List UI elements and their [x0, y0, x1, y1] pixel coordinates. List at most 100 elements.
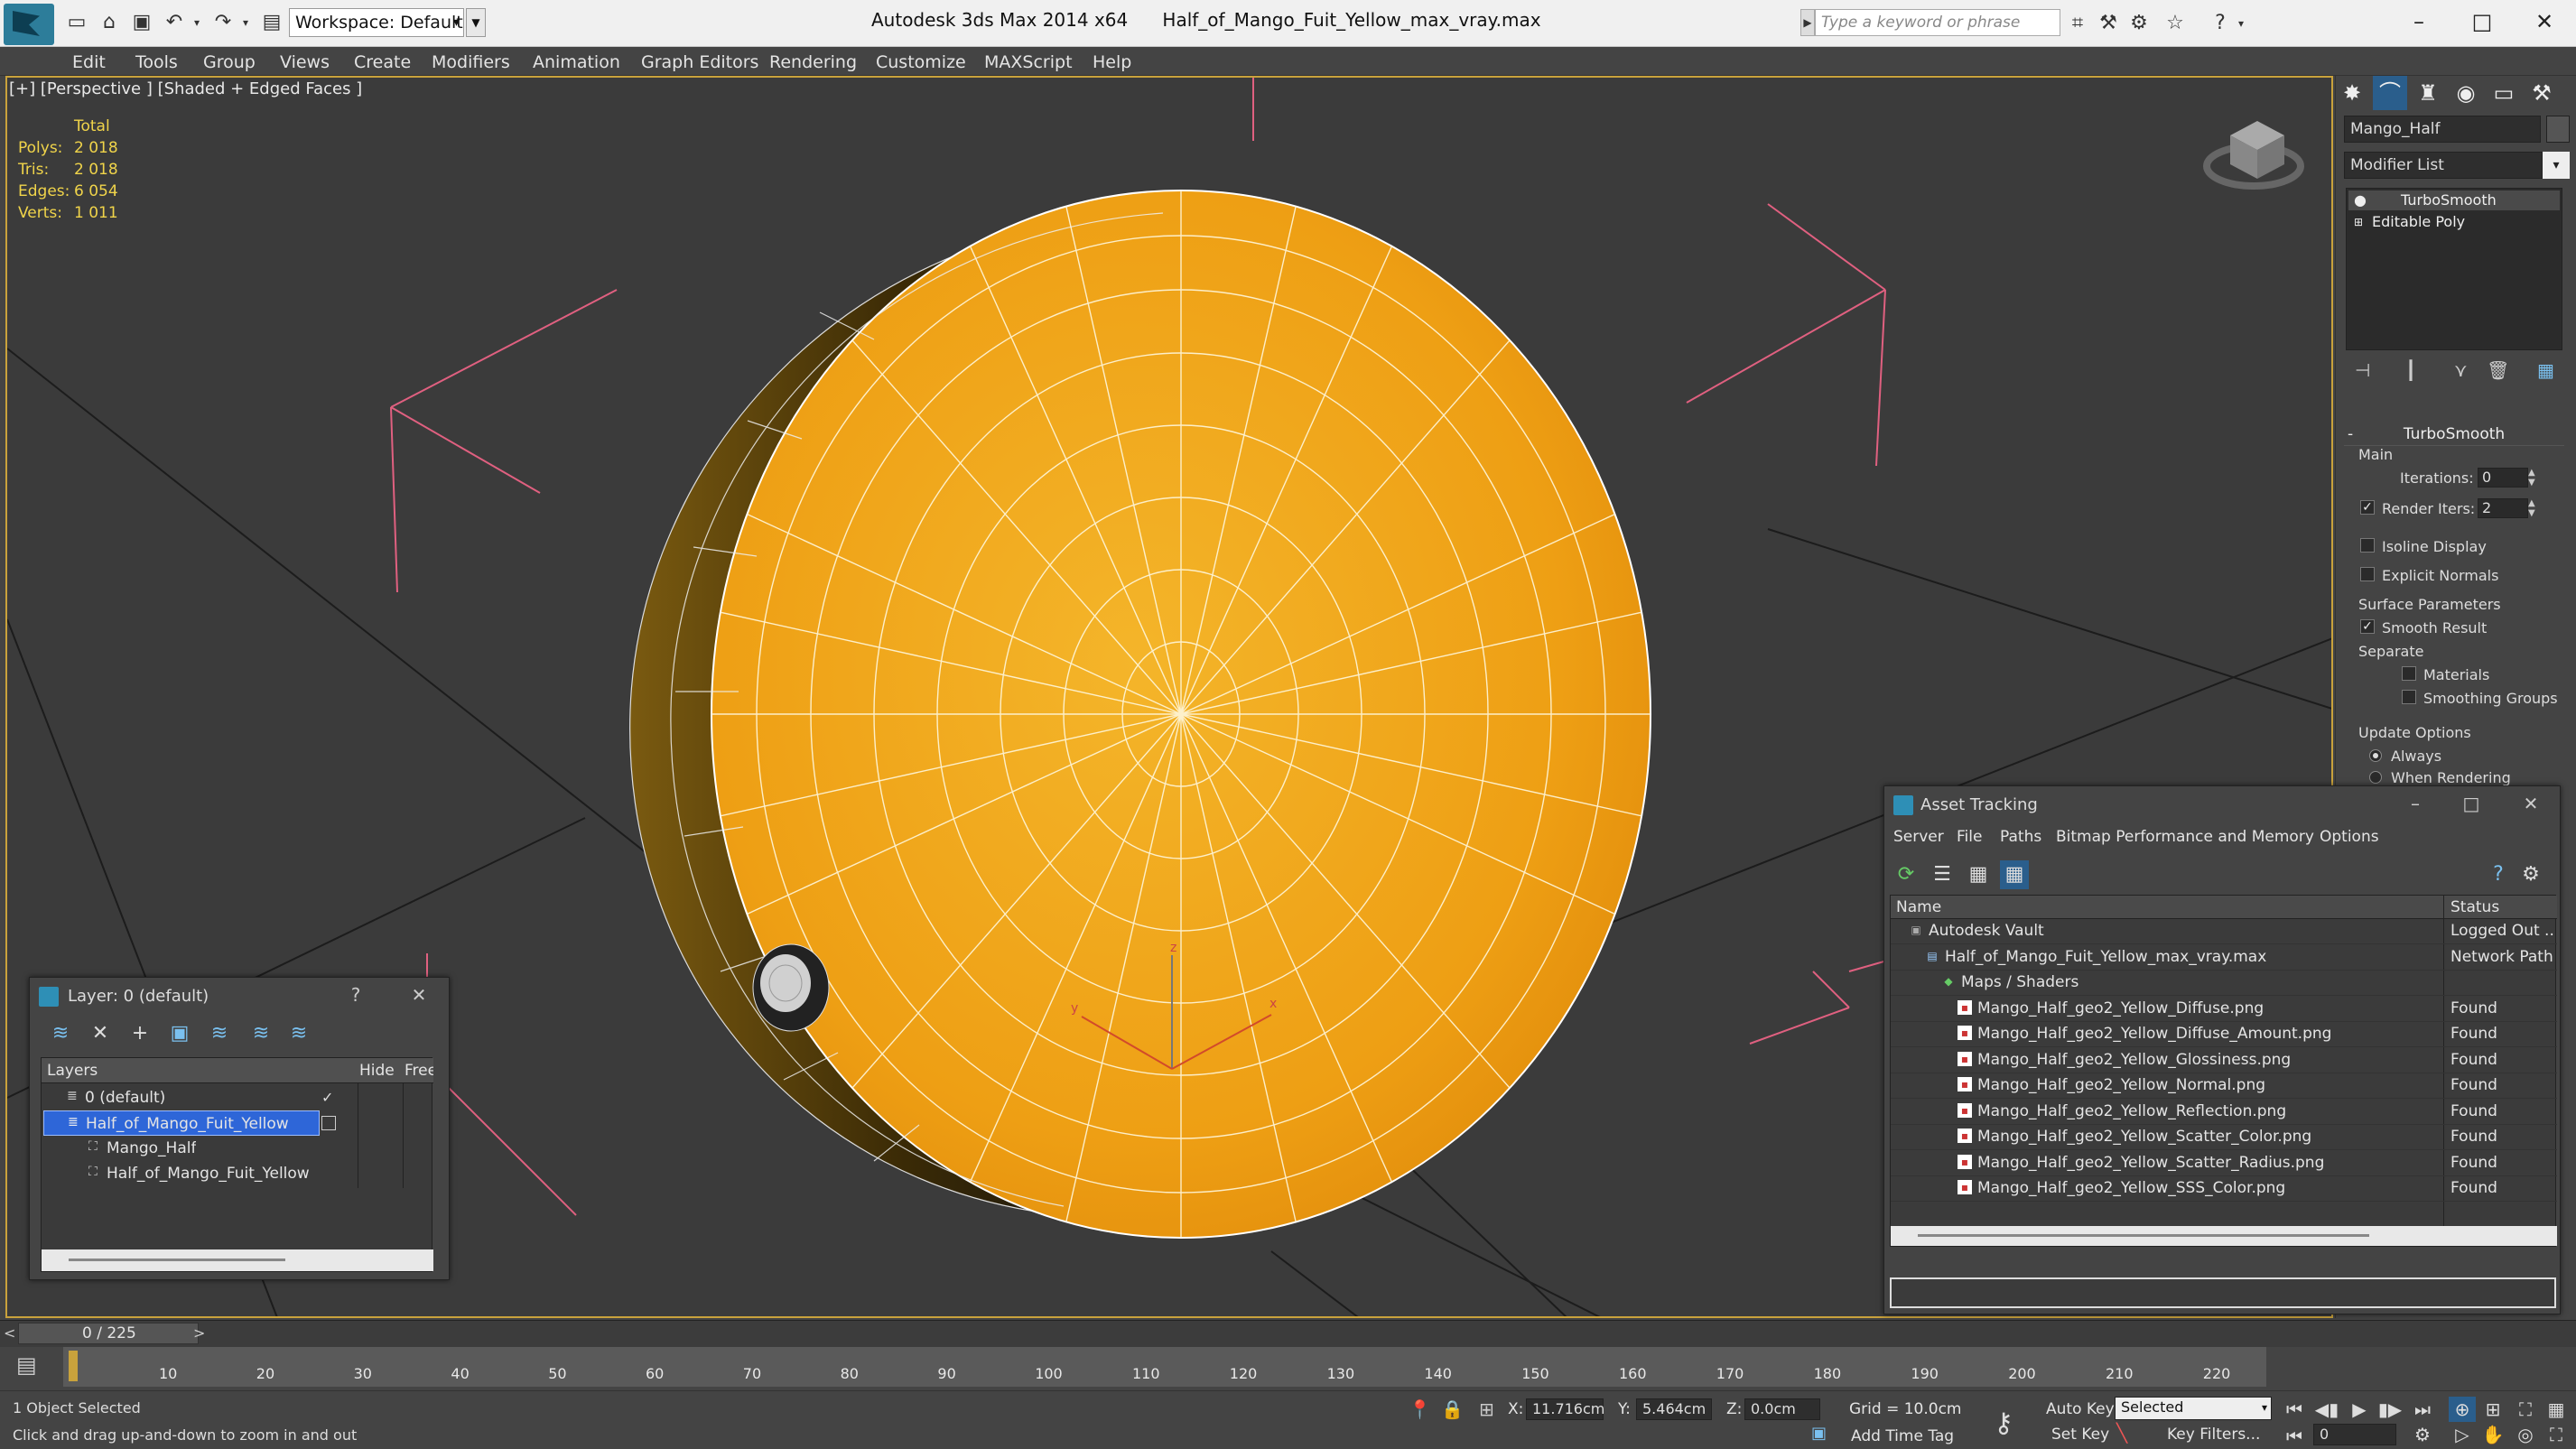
auto-key-button[interactable]: Auto Key	[2046, 1400, 2115, 1418]
zoom-extents-all-icon[interactable]: ▦	[2543, 1397, 2570, 1422]
project-folder-icon[interactable]: ▤	[258, 9, 285, 36]
redo-dropdown-icon[interactable]: ▾	[238, 9, 253, 36]
remove-modifier-icon[interactable]: 🗑	[2487, 359, 2509, 381]
orbit-icon[interactable]: ◎	[2512, 1422, 2539, 1447]
col-status[interactable]: Status	[2450, 898, 2499, 916]
pin-stack-icon[interactable]: ⊣	[2355, 359, 2370, 381]
minimize-button[interactable]: –	[2387, 2, 2450, 42]
chevron-down-icon[interactable]: ▾	[2543, 152, 2570, 179]
smoothing-groups-checkbox[interactable]	[2402, 690, 2416, 704]
time-configuration-icon[interactable]: ⚙	[2409, 1422, 2436, 1447]
lock-selection-icon[interactable]: 🔒	[1441, 1398, 1464, 1420]
thumbnail-view-icon[interactable]: ▦	[1964, 860, 1993, 889]
new-file-icon[interactable]: ▭	[63, 9, 90, 36]
utilities-tab-icon[interactable]: ⚒	[2525, 76, 2559, 110]
asset-row[interactable]: ▪ Mango_Half_geo2_Yellow_Diffuse.png Found	[1891, 997, 2557, 1022]
field-of-view-icon[interactable]: ▷	[2449, 1422, 2476, 1447]
prev-frame-icon[interactable]: <	[4, 1324, 15, 1342]
scrollbar-thumb[interactable]	[69, 1259, 285, 1261]
asset-row[interactable]: ▪ Mango_Half_geo2_Yellow_Glossiness.png Fo…	[1891, 1048, 2557, 1073]
materials-checkbox[interactable]	[2402, 666, 2416, 681]
set-key-button[interactable]: Set Key	[2051, 1426, 2109, 1444]
hide-all-layers-icon[interactable]: ≋	[284, 1019, 313, 1048]
collapse-minus-icon[interactable]: -	[2348, 424, 2353, 444]
select-layer-icon[interactable]: ≋	[205, 1019, 234, 1048]
when-rendering-radio[interactable]	[2369, 771, 2382, 784]
scrollbar-thumb[interactable]	[1918, 1234, 2369, 1237]
set-current-box-icon[interactable]	[321, 1116, 336, 1130]
add-time-tag[interactable]: Add Time Tag	[1851, 1427, 1954, 1445]
create-layer-icon[interactable]: ≋	[46, 1019, 75, 1048]
current-frame-marker[interactable]	[69, 1351, 78, 1381]
maximize-button[interactable]: □	[2453, 790, 2489, 817]
set-current-layer-icon[interactable]: ≋	[246, 1019, 275, 1048]
help-icon[interactable]: ?	[2207, 11, 2234, 36]
redo-icon[interactable]: ↷	[209, 9, 237, 36]
menu-views[interactable]: Views	[280, 52, 330, 72]
col-hide[interactable]: Hide	[359, 1062, 395, 1080]
search-expand-icon[interactable]: ▶	[1800, 9, 1815, 36]
col-name[interactable]: Name	[1896, 898, 1941, 916]
create-tab-icon[interactable]: ✸	[2335, 76, 2369, 110]
x-coordinate-field[interactable]: 11.716cm	[1526, 1398, 1604, 1420]
show-end-result-icon[interactable]: ┃	[2405, 359, 2416, 381]
asset-row[interactable]: ▤ Half_of_Mango_Fuit_Yellow_max_vray.max N…	[1891, 945, 2557, 971]
time-slider[interactable]: < 0 / 225 >	[0, 1320, 2576, 1347]
undo-dropdown-icon[interactable]: ▾	[190, 9, 204, 36]
key-mode-toggle-icon[interactable]: ⏮	[2281, 1424, 2308, 1449]
go-to-start-icon[interactable]: ⏮	[2281, 1397, 2308, 1422]
subscription-icon[interactable]: ⚒	[2095, 11, 2122, 36]
object-name-field[interactable]: Mango_Half	[2344, 116, 2541, 143]
key-mode-dropdown[interactable]: Selected ▾	[2115, 1397, 2272, 1420]
current-frame-field[interactable]: 0	[2313, 1424, 2396, 1445]
delete-layer-icon[interactable]: ✕	[86, 1019, 115, 1048]
isolate-selection-icon[interactable]: 📍	[1409, 1398, 1431, 1420]
mini-curve-editor-icon[interactable]: ▤	[16, 1352, 37, 1378]
menu-tools[interactable]: Tools	[135, 52, 178, 72]
asset-row[interactable]: ▪ Mango_Half_geo2_Yellow_Reflection.png Fo…	[1891, 1100, 2557, 1125]
save-file-icon[interactable]: ▣	[128, 9, 155, 36]
z-coordinate-field[interactable]: 0.0cm	[1744, 1398, 1820, 1420]
hierarchy-tab-icon[interactable]: ♜	[2411, 76, 2445, 110]
y-coordinate-field[interactable]: 5.464cm	[1636, 1398, 1712, 1420]
close-button[interactable]: ✕	[2513, 790, 2549, 817]
key-icon[interactable]: ⚷	[1994, 1407, 2013, 1439]
communication-icon[interactable]: ⚙	[2125, 11, 2153, 36]
render-iters-spinner[interactable]: 2	[2478, 498, 2528, 518]
menu-animation[interactable]: Animation	[533, 52, 620, 72]
lightbulb-icon[interactable]: ●	[2354, 190, 2367, 210]
spinner-arrows-icon[interactable]: ▲ ▼	[2528, 468, 2543, 488]
list-view-icon[interactable]: ☰	[1928, 860, 1957, 889]
help-dropdown-icon[interactable]: ▾	[2234, 11, 2248, 36]
iterations-spinner[interactable]: 0	[2478, 468, 2528, 488]
set-keys-icon[interactable]: ╲	[2116, 1422, 2127, 1444]
workspace-dropdown[interactable]: Workspace: Default ▾	[289, 8, 464, 37]
menu-group[interactable]: Group	[203, 52, 256, 72]
object-color-swatch[interactable]	[2546, 116, 2570, 143]
undo-icon[interactable]: ↶	[161, 9, 188, 36]
next-frame-icon[interactable]: ▮▶	[2376, 1397, 2404, 1422]
horizontal-scrollbar[interactable]	[42, 1249, 433, 1271]
maximize-button[interactable]: □	[2450, 2, 2514, 42]
time-slider-thumb[interactable]: 0 / 225	[18, 1323, 199, 1344]
binoculars-icon[interactable]: ⌗	[2064, 11, 2091, 36]
absolute-mode-icon[interactable]: ⊞	[1479, 1398, 1494, 1420]
explicit-normals-checkbox[interactable]	[2360, 567, 2375, 581]
menu-help[interactable]: Help	[1093, 52, 1131, 72]
menu-create[interactable]: Create	[354, 52, 411, 72]
spinner-arrows-icon[interactable]: ▲ ▼	[2528, 498, 2543, 518]
quick-access-dropdown[interactable]: ▼	[466, 8, 486, 37]
menu-maxscript[interactable]: MAXScript	[984, 52, 1073, 72]
modify-tab-icon[interactable]: ⌒	[2373, 76, 2407, 110]
asset-row[interactable]: ▣ Autodesk Vault Logged Out ...	[1891, 919, 2557, 944]
maximize-viewport-icon[interactable]: ⛶	[2543, 1422, 2570, 1447]
close-button[interactable]: ✕	[2513, 2, 2576, 42]
select-objects-icon[interactable]: ▣	[165, 1019, 194, 1048]
render-iters-checkbox[interactable]: ✓	[2360, 500, 2375, 515]
layer-close-button[interactable]: ✕	[404, 981, 434, 1008]
expand-plus-icon[interactable]: ⊞	[2354, 212, 2363, 232]
menu-rendering[interactable]: Rendering	[769, 52, 857, 72]
at-menu-server[interactable]: Server	[1893, 828, 1944, 846]
col-freeze[interactable]: Free	[405, 1062, 433, 1080]
horizontal-scrollbar[interactable]	[1891, 1226, 2557, 1246]
